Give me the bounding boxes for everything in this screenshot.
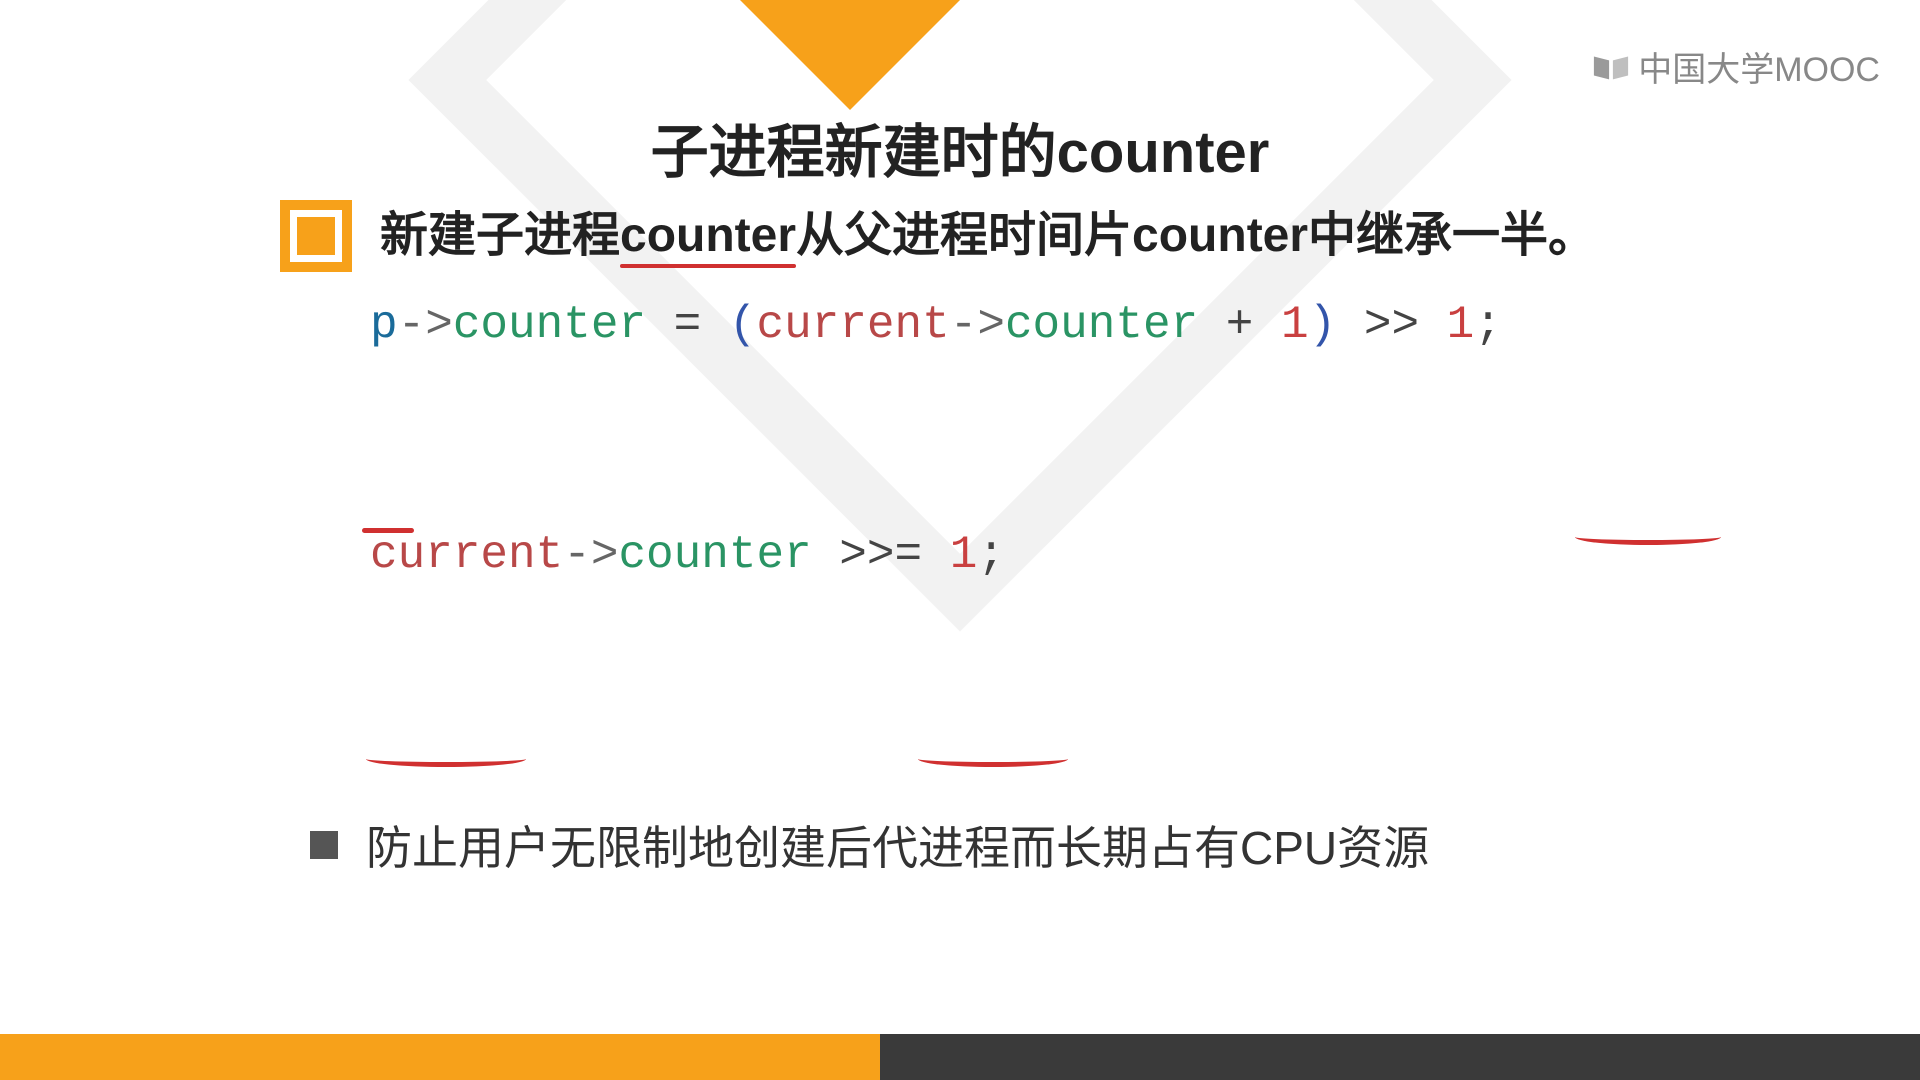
tok-one2: 1: [1447, 299, 1475, 351]
footer-orange-bar: [0, 1034, 880, 1080]
book-icon: [1592, 52, 1630, 82]
content-area: 新建子进程counter从父进程时间片counter中继承一半。 p->coun…: [280, 200, 1840, 878]
code-line-2: current->counter >>= 1;: [370, 527, 1840, 757]
red-mark-shifteq: [918, 751, 1068, 767]
main-bullet: 新建子进程counter从父进程时间片counter中继承一半。: [280, 200, 1840, 272]
underlined-counter: counter: [620, 209, 796, 262]
tok-arrow2: ->: [950, 299, 1005, 351]
logo-area: 中国大学MOOC: [1592, 42, 1880, 91]
tok-one1: 1: [1281, 299, 1309, 351]
tok-eq: =: [646, 299, 729, 351]
tok-one3: 1: [950, 529, 978, 581]
top-orange-arrow: [740, 0, 960, 110]
page-title: 子进程新建时的counter: [0, 105, 1920, 189]
tok-shift: >>: [1336, 299, 1446, 351]
tok-semi: ;: [1474, 299, 1502, 351]
tok-current: current: [757, 299, 950, 351]
tok-rparen: ): [1309, 299, 1337, 351]
tok-shifteq: >>=: [812, 529, 950, 581]
tok-semi2: ;: [977, 529, 1005, 581]
main-bullet-text: 新建子进程counter从父进程时间片counter中继承一半。: [380, 200, 1596, 272]
tok-arrow3: ->: [563, 529, 618, 581]
bullet-mid: 从父进程时间片counter中继承一半。: [796, 209, 1596, 262]
sub-bullet: 防止用户无限制地创建后代进程而长期占有CPU资源: [310, 812, 1840, 878]
tok-p: p: [370, 299, 398, 351]
sub-bullet-text: 防止用户无限制地创建后代进程而长期占有CPU资源: [366, 812, 1429, 878]
tok-plus: +: [1198, 299, 1281, 351]
footer-dark-bar: [880, 1034, 1920, 1080]
tok-counter: counter: [453, 299, 646, 351]
bullet-prefix: 新建子进程: [380, 209, 620, 262]
tok-counter2: counter: [1005, 299, 1198, 351]
orange-bullet-icon: [280, 200, 352, 272]
square-bullet-icon: [310, 831, 338, 859]
tok-current2: current: [370, 529, 563, 581]
code-line-1: p->counter = (current->counter + 1) >> 1…: [370, 297, 1840, 527]
tok-lparen: (: [729, 299, 757, 351]
tok-counter3: counter: [618, 529, 811, 581]
tok-arrow: ->: [398, 299, 453, 351]
logo-text: 中国大学MOOC: [1638, 42, 1880, 91]
red-mark-current: [366, 751, 526, 767]
code-block: p->counter = (current->counter + 1) >> 1…: [370, 297, 1840, 757]
